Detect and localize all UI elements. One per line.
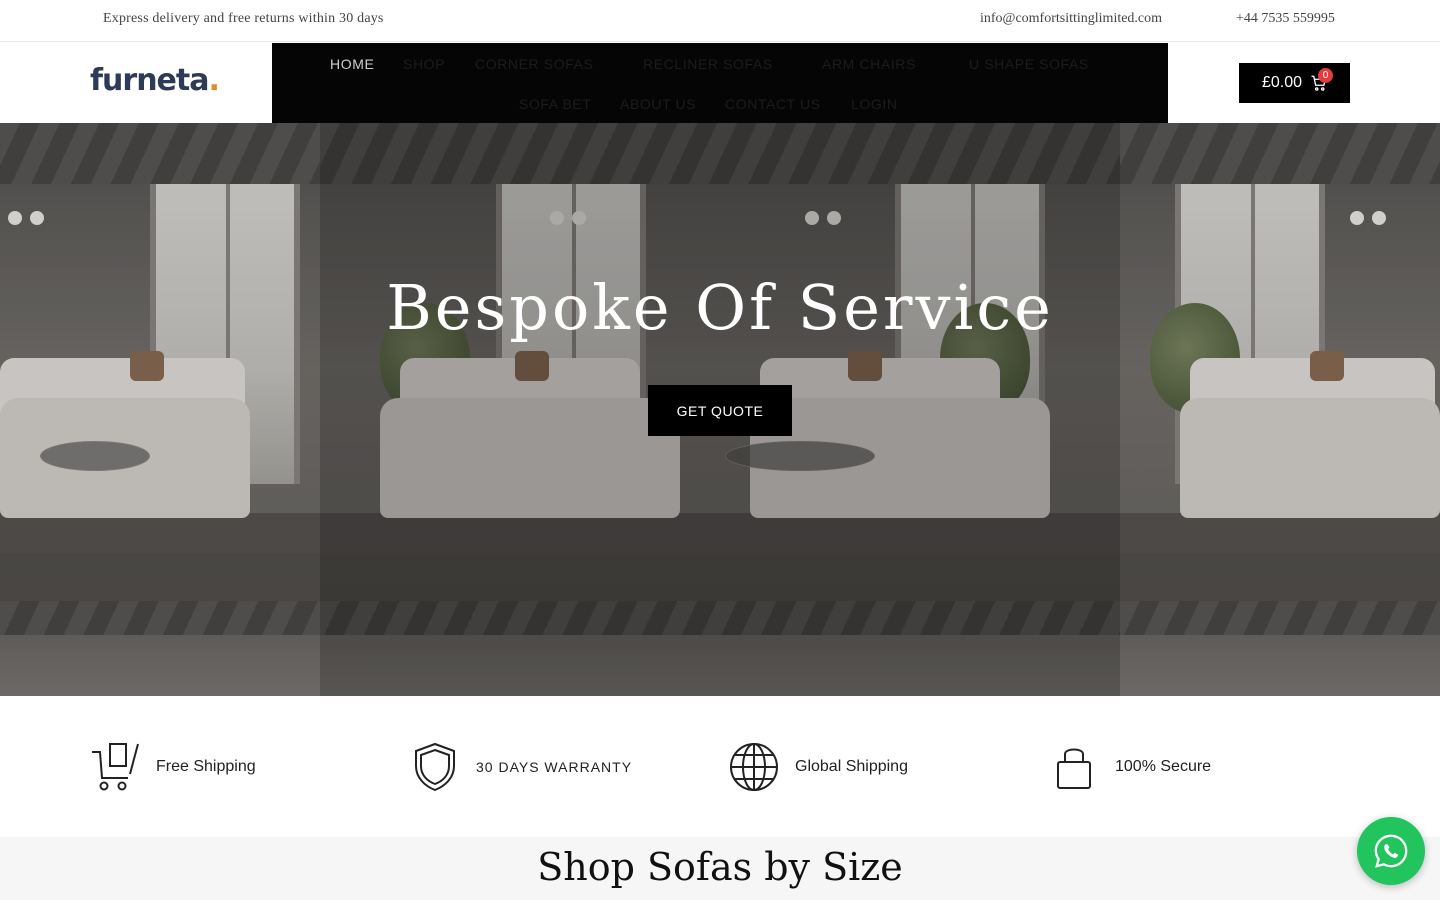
logo-dot: .: [208, 63, 220, 98]
section-title: Shop Sofas by Size: [537, 845, 903, 889]
nav-corner-sofas[interactable]: CORNER SOFAS: [475, 56, 593, 72]
feature-label: Free Shipping: [156, 758, 256, 775]
feature-free-shipping: Free Shipping: [90, 742, 256, 792]
feature-secure: 100% Secure: [1049, 742, 1211, 792]
whatsapp-icon: [1374, 834, 1408, 868]
main-nav: HOME SHOP CORNER SOFAS RECLINER SOFAS AR…: [272, 43, 1168, 123]
shield-icon: [415, 742, 455, 792]
feature-global-shipping: Global Shipping: [729, 742, 908, 792]
nav-sofa-bet[interactable]: SOFA BET: [519, 96, 592, 112]
hero-banner: Bespoke Of Service GET QUOTE: [0, 123, 1440, 696]
cart-count-badge: 0: [1318, 68, 1333, 83]
shop-by-size-section: Shop Sofas by Size: [0, 837, 1440, 900]
phone-link[interactable]: +44 7535 559995: [1236, 11, 1335, 27]
nav-u-shape-sofas[interactable]: U SHAPE SOFAS: [969, 56, 1089, 72]
feature-label: 100% Secure: [1115, 758, 1212, 775]
whatsapp-button[interactable]: [1357, 817, 1425, 885]
feature-label: Global Shipping: [795, 758, 908, 775]
nav-arm-chairs[interactable]: ARM CHAIRS: [822, 56, 916, 72]
top-bar: Express delivery and free returns within…: [0, 0, 1440, 42]
feature-warranty: 30 DAYS WARRANTY: [410, 742, 632, 792]
features-row: Free Shipping 30 DAYS WARRANTY Global Sh…: [0, 696, 1440, 837]
nav-contact-us[interactable]: CONTACT US: [725, 96, 821, 112]
logo-text: furneta: [90, 63, 209, 98]
nav-recliner-sofas[interactable]: RECLINER SOFAS: [643, 56, 773, 72]
email-link[interactable]: info@comfortsittinglimited.com: [980, 11, 1162, 27]
logo[interactable]: furneta.: [90, 63, 220, 98]
nav-home[interactable]: HOME: [330, 56, 374, 72]
globe-icon: [730, 743, 778, 791]
get-quote-button[interactable]: GET QUOTE: [648, 385, 792, 436]
nav-login[interactable]: LOGIN: [851, 96, 898, 112]
feature-label: 30 DAYS WARRANTY: [476, 759, 633, 775]
hero-title: Bespoke Of Service: [386, 271, 1054, 344]
cart-icon: [92, 743, 139, 791]
nav-shop[interactable]: SHOP: [403, 56, 445, 72]
lock-icon: [1057, 748, 1091, 789]
cart-button[interactable]: £0.00 0: [1239, 63, 1350, 103]
cart-total: £0.00: [1262, 74, 1303, 91]
promo-text: Express delivery and free returns within…: [103, 11, 384, 26]
site-header: furneta. HOME SHOP CORNER SOFAS RECLINER…: [0, 43, 1440, 123]
nav-about-us[interactable]: ABOUT US: [620, 96, 696, 112]
